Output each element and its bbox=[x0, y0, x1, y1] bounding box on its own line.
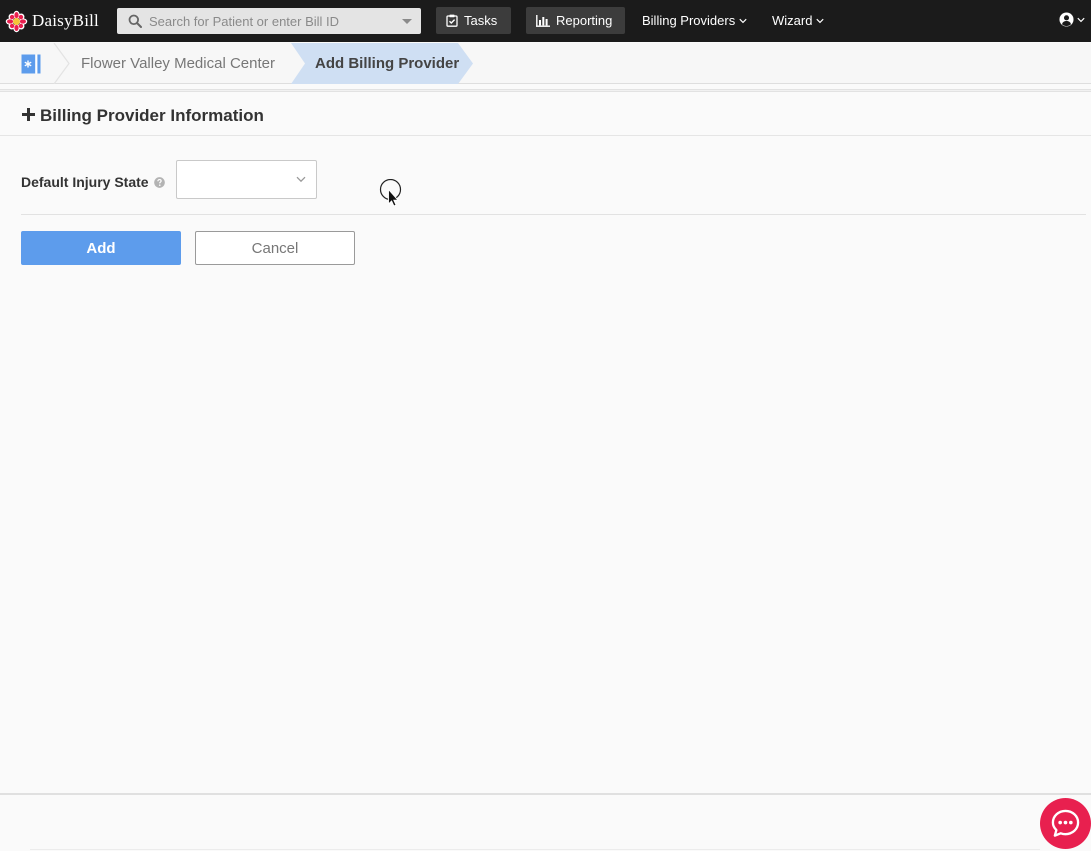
chat-icon bbox=[1051, 809, 1080, 837]
breadcrumb: Flower Valley Medical Center Add Billing… bbox=[0, 43, 1091, 84]
billing-providers-label: Billing Providers bbox=[642, 13, 736, 28]
breadcrumb-separator bbox=[53, 43, 70, 84]
top-navbar: DaisyBill Tasks Reporting Billing Provid… bbox=[0, 0, 1091, 42]
wizard-label: Wizard bbox=[772, 13, 813, 28]
header-divider bbox=[0, 89, 1091, 92]
add-button[interactable]: Add bbox=[21, 231, 181, 265]
section-title: Billing Provider Information bbox=[40, 106, 264, 125]
section-header: Billing Provider Information bbox=[0, 95, 1091, 136]
wizard-menu[interactable]: Wizard bbox=[772, 13, 825, 28]
billing-providers-menu[interactable]: Billing Providers bbox=[642, 13, 747, 28]
search-input[interactable] bbox=[149, 8, 399, 34]
reporting-label: Reporting bbox=[556, 13, 613, 28]
medical-card-icon bbox=[21, 54, 41, 74]
default-injury-state-select[interactable] bbox=[176, 160, 317, 199]
chevron-down-icon bbox=[296, 176, 306, 183]
footer-bottom-line bbox=[30, 849, 1040, 850]
reporting-button[interactable]: Reporting bbox=[526, 7, 625, 34]
caret-down-icon[interactable] bbox=[402, 19, 412, 24]
clipboard-check-icon bbox=[446, 14, 458, 27]
field-label-text: Default Injury State bbox=[21, 174, 149, 190]
chevron-down-icon bbox=[1077, 17, 1085, 22]
daisy-logo-icon bbox=[5, 10, 28, 32]
user-account-menu[interactable] bbox=[1059, 12, 1085, 27]
app-logo[interactable]: DaisyBill bbox=[5, 9, 99, 33]
tasks-label: Tasks bbox=[464, 13, 498, 28]
breadcrumb-current-label: Add Billing Provider bbox=[315, 55, 460, 72]
app-name: DaisyBill bbox=[32, 11, 99, 30]
footer-divider bbox=[0, 793, 1091, 795]
search-icon bbox=[128, 14, 142, 28]
chevron-down-icon bbox=[739, 18, 747, 23]
help-circle-icon[interactable] bbox=[153, 176, 165, 188]
plus-icon bbox=[22, 108, 35, 121]
user-circle-icon bbox=[1059, 12, 1074, 27]
bar-chart-icon bbox=[536, 14, 550, 27]
default-injury-state-label: Default Injury State bbox=[21, 174, 165, 190]
patient-search[interactable] bbox=[117, 8, 421, 34]
tasks-button[interactable]: Tasks bbox=[436, 7, 511, 34]
mouse-cursor-icon bbox=[379, 179, 402, 207]
chat-widget-button[interactable] bbox=[1040, 798, 1091, 849]
form-divider bbox=[21, 214, 1086, 215]
cancel-button[interactable]: Cancel bbox=[195, 231, 355, 265]
breadcrumb-item-current: Add Billing Provider bbox=[291, 43, 474, 84]
breadcrumb-item-facility[interactable]: Flower Valley Medical Center bbox=[81, 55, 275, 72]
chevron-down-icon bbox=[816, 18, 825, 23]
